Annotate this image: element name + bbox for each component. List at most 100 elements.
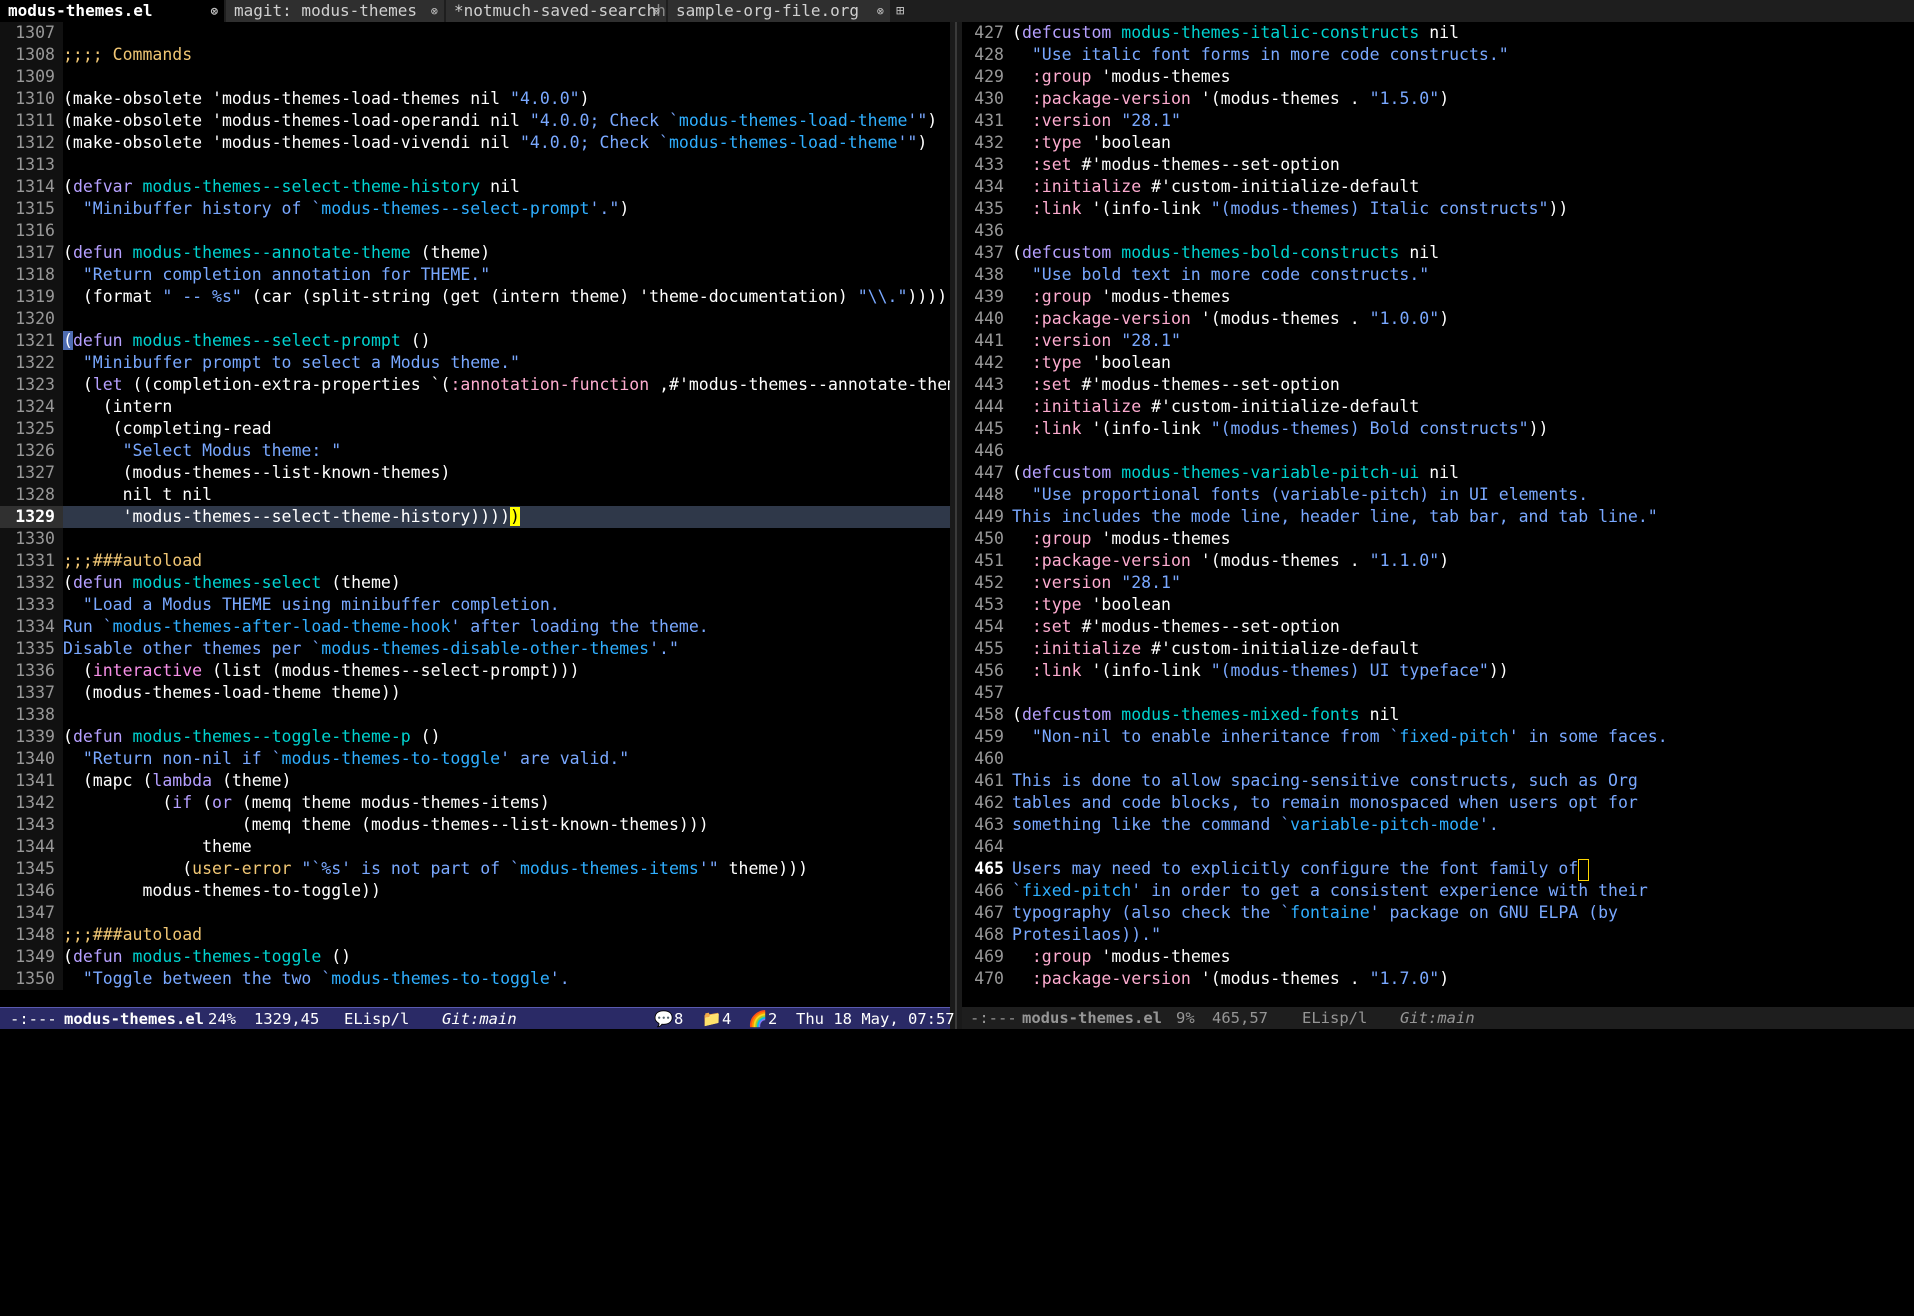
code-line[interactable]: 469 :group 'modus-themes — [962, 946, 1914, 968]
code-line[interactable]: 462 tables and code blocks, to remain mon… — [962, 792, 1914, 814]
new-tab-icon[interactable]: ⊞ — [896, 0, 904, 22]
code-line[interactable]: 1329 'modus-themes--select-theme-history… — [0, 506, 950, 528]
code-line[interactable]: 431 :version "28.1" — [962, 110, 1914, 132]
code-line[interactable]: 449 This includes the mode line, header l… — [962, 506, 1914, 528]
code-line[interactable]: 444 :initialize #'custom-initialize-defa… — [962, 396, 1914, 418]
code-line[interactable]: 447 (defcustom modus-themes-variable-pitc… — [962, 462, 1914, 484]
code-line[interactable]: 1339 (defun modus-themes--toggle-theme-p … — [0, 726, 950, 748]
tab-modus-themes-el[interactable]: modus-themes.el ⊗ — [0, 0, 224, 22]
code-line[interactable]: 1334 Run `modus-themes-after-load-theme-h… — [0, 616, 950, 638]
code-line[interactable]: 1313 — [0, 154, 950, 176]
code-line[interactable]: 1309 — [0, 66, 950, 88]
code-line[interactable]: 1349 (defun modus-themes-toggle () — [0, 946, 950, 968]
code-line[interactable]: 454 :set #'modus-themes--set-option — [962, 616, 1914, 638]
modeline-vc-branch[interactable]: Git:main — [442, 1008, 517, 1030]
code-line[interactable]: 1344 theme — [0, 836, 950, 858]
code-line[interactable]: 463 something like the command `variable-… — [962, 814, 1914, 836]
code-line[interactable]: 1343 (memq theme (modus-themes--list-kno… — [0, 814, 950, 836]
code-line[interactable]: 468 Protesilaos))." — [962, 924, 1914, 946]
code-line[interactable]: 460 — [962, 748, 1914, 770]
code-line[interactable]: 432 :type 'boolean — [962, 132, 1914, 154]
code-line[interactable]: 1321 (defun modus-themes--select-prompt (… — [0, 330, 950, 352]
tab-sample-org-file[interactable]: sample-org-file.org ⊗ — [668, 0, 890, 22]
code-line[interactable]: 430 :package-version '(modus-themes . "1… — [962, 88, 1914, 110]
code-line[interactable]: 1318 "Return completion annotation for T… — [0, 264, 950, 286]
code-line[interactable]: 1311 (make-obsolete 'modus-themes-load-op… — [0, 110, 950, 132]
close-icon[interactable]: ⊗ — [877, 0, 884, 22]
code-line[interactable]: 428 "Use italic font forms in more code … — [962, 44, 1914, 66]
right-window[interactable]: 427 (defcustom modus-themes-italic-constr… — [962, 22, 1914, 1007]
code-line[interactable]: 1341 (mapc (lambda (theme) — [0, 770, 950, 792]
code-line[interactable]: 1316 — [0, 220, 950, 242]
code-line[interactable]: 436 — [962, 220, 1914, 242]
code-line[interactable]: 1307 — [0, 22, 950, 44]
window-divider[interactable] — [950, 22, 962, 1029]
code-line[interactable]: 437 (defcustom modus-themes-bold-construc… — [962, 242, 1914, 264]
tab-notmuch-saved-search[interactable]: *notmuch-saved-searchh- ⊗ — [446, 0, 666, 22]
code-line[interactable]: 446 — [962, 440, 1914, 462]
modeline-vc-branch[interactable]: Git:main — [1400, 1007, 1475, 1029]
code-line[interactable]: 1320 — [0, 308, 950, 330]
code-line[interactable]: 1319 (format " -- %s" (car (split-string… — [0, 286, 950, 308]
code-line[interactable]: 453 :type 'boolean — [962, 594, 1914, 616]
code-line[interactable]: 1308;;;; Commands — [0, 44, 950, 66]
echo-area[interactable] — [0, 1029, 1914, 1041]
close-icon[interactable]: ⊗ — [653, 0, 660, 22]
code-line[interactable]: 466 `fixed-pitch' in order to get a consi… — [962, 880, 1914, 902]
modeline-buffer-name[interactable]: modus-themes.el — [1022, 1007, 1162, 1029]
code-line[interactable]: 1310 (make-obsolete 'modus-themes-load-th… — [0, 88, 950, 110]
code-line[interactable]: 435 :link '(info-link "(modus-themes) It… — [962, 198, 1914, 220]
code-line[interactable]: 442 :type 'boolean — [962, 352, 1914, 374]
mode-line-right[interactable]: -:--- modus-themes.el 9% 465,57 ELisp/l … — [962, 1007, 1914, 1029]
code-line[interactable]: 1345 (user-error "`%s' is not part of `m… — [0, 858, 950, 880]
code-line[interactable]: 464 — [962, 836, 1914, 858]
code-line[interactable]: 1315 "Minibuffer history of `modus-theme… — [0, 198, 950, 220]
code-line[interactable]: 1324 (intern — [0, 396, 950, 418]
code-line[interactable]: 1322 "Minibuffer prompt to select a Modu… — [0, 352, 950, 374]
code-line[interactable]: 439 :group 'modus-themes — [962, 286, 1914, 308]
code-line[interactable]: 1328 nil t nil — [0, 484, 950, 506]
code-line[interactable]: 455 :initialize #'custom-initialize-defa… — [962, 638, 1914, 660]
code-line[interactable]: 1323 (let ((completion-extra-properties … — [0, 374, 950, 396]
code-line[interactable]: 1342 (if (or (memq theme modus-themes-it… — [0, 792, 950, 814]
code-line[interactable]: 470 :package-version '(modus-themes . "1… — [962, 968, 1914, 990]
code-line[interactable]: 451 :package-version '(modus-themes . "1… — [962, 550, 1914, 572]
code-line[interactable]: 1327 (modus-themes--list-known-themes) — [0, 462, 950, 484]
close-icon[interactable]: ⊗ — [211, 0, 218, 22]
code-line[interactable]: 1312 (make-obsolete 'modus-themes-load-vi… — [0, 132, 950, 154]
code-line[interactable]: 429 :group 'modus-themes — [962, 66, 1914, 88]
modeline-major-mode[interactable]: ELisp/l — [1302, 1007, 1367, 1029]
code-line[interactable]: 1314 (defvar modus-themes--select-theme-h… — [0, 176, 950, 198]
code-line[interactable]: 438 "Use bold text in more code construc… — [962, 264, 1914, 286]
code-line[interactable]: 1331 ;;;###autoload — [0, 550, 950, 572]
code-line[interactable]: 1340 "Return non-nil if `modus-themes-to… — [0, 748, 950, 770]
code-line[interactable]: 467 typography (also check the `fontaine'… — [962, 902, 1914, 924]
modeline-buffer-name[interactable]: modus-themes.el — [64, 1008, 204, 1030]
left-window[interactable]: 1307 1308;;;; Commands 1309 1310 (make-obsol… — [0, 22, 950, 1007]
mode-line-left[interactable]: -:--- modus-themes.el 24% 1329,45 ELisp/… — [0, 1007, 955, 1030]
code-line[interactable]: 1338 — [0, 704, 950, 726]
code-line[interactable]: 440 :package-version '(modus-themes . "1… — [962, 308, 1914, 330]
code-line[interactable]: 452 :version "28.1" — [962, 572, 1914, 594]
code-line[interactable]: 443 :set #'modus-themes--set-option — [962, 374, 1914, 396]
code-line[interactable]: 457 — [962, 682, 1914, 704]
code-line[interactable]: 445 :link '(info-link "(modus-themes) Bo… — [962, 418, 1914, 440]
code-line[interactable]: 458 (defcustom modus-themes-mixed-fonts n… — [962, 704, 1914, 726]
code-line[interactable]: 1330 — [0, 528, 950, 550]
close-icon[interactable]: ⊗ — [431, 0, 438, 22]
code-line[interactable]: 1325 (completing-read — [0, 418, 950, 440]
code-line[interactable]: 459 "Non-nil to enable inheritance from … — [962, 726, 1914, 748]
code-line[interactable]: 1332 (defun modus-themes-select (theme) — [0, 572, 950, 594]
code-line[interactable]: 461 This is done to allow spacing-sensiti… — [962, 770, 1914, 792]
tab-magit-modus-themes[interactable]: magit: modus-themes ⊗ — [226, 0, 444, 22]
code-line[interactable]: 1317 (defun modus-themes--annotate-theme … — [0, 242, 950, 264]
code-line[interactable]: 465 Users may need to explicitly configur… — [962, 858, 1914, 881]
code-line[interactable]: 450 :group 'modus-themes — [962, 528, 1914, 550]
code-line[interactable]: 433 :set #'modus-themes--set-option — [962, 154, 1914, 176]
code-line[interactable]: 448 "Use proportional fonts (variable-pi… — [962, 484, 1914, 506]
code-line[interactable]: 1347 — [0, 902, 950, 924]
code-line[interactable]: 1326 "Select Modus theme: " — [0, 440, 950, 462]
code-line[interactable]: 1348 ;;;###autoload — [0, 924, 950, 946]
modeline-major-mode[interactable]: ELisp/l — [344, 1008, 409, 1030]
code-line[interactable]: 1346 modus-themes-to-toggle)) — [0, 880, 950, 902]
